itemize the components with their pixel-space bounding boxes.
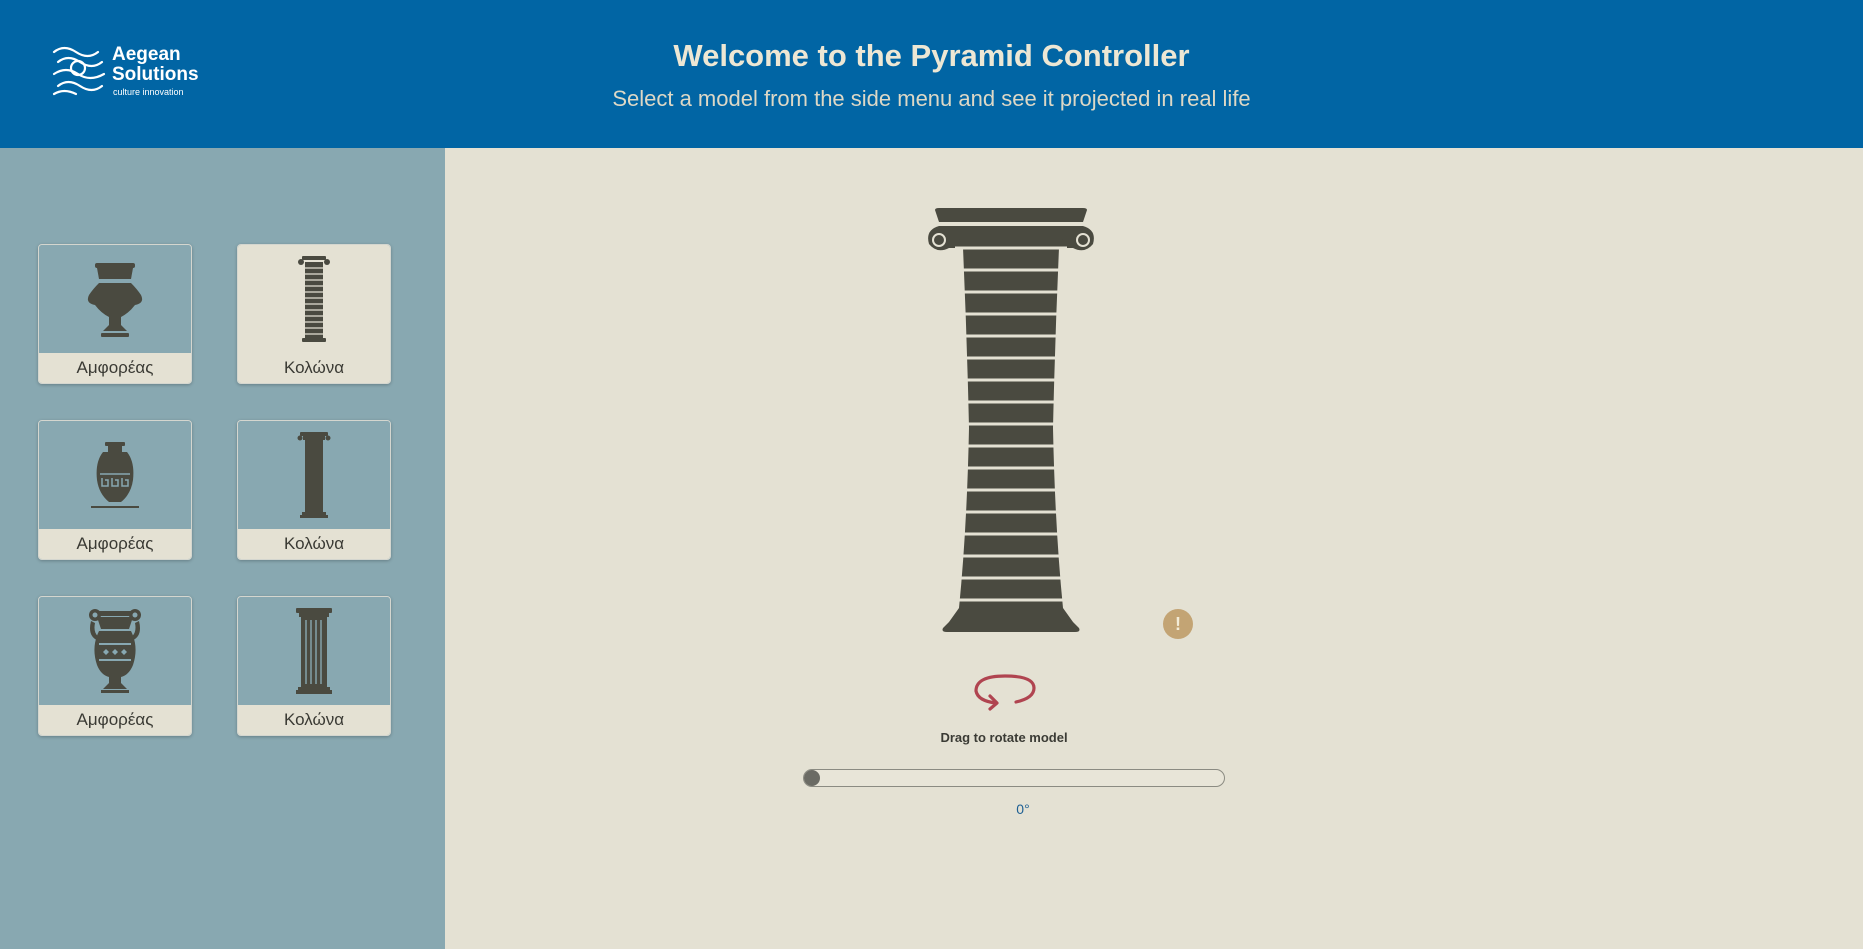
model-card-column-1[interactable]: Κολώνα bbox=[237, 244, 391, 384]
rotation-value: 0° bbox=[1016, 801, 1030, 817]
krater-icon bbox=[87, 263, 143, 337]
volute-krater-icon bbox=[89, 609, 141, 693]
model-thumbnail bbox=[39, 597, 191, 705]
model-thumbnail bbox=[39, 421, 191, 529]
model-label: Αμφορέας bbox=[39, 353, 191, 383]
model-card-column-2[interactable]: Κολώνα bbox=[237, 420, 391, 560]
model-viewer: ! Drag to rotate model 0° bbox=[445, 148, 1863, 949]
model-card-amphora-1[interactable]: Αμφορέας bbox=[38, 244, 192, 384]
page-title: Welcome to the Pyramid Controller bbox=[673, 38, 1190, 73]
ionic-column-icon bbox=[298, 256, 330, 342]
model-label: Κολώνα bbox=[238, 705, 390, 735]
column-model[interactable] bbox=[925, 208, 1097, 643]
app-header: Aegean Solutions culture innovation Welc… bbox=[0, 0, 1863, 148]
model-label: Αμφορέας bbox=[39, 705, 191, 735]
model-thumbnail bbox=[238, 245, 390, 353]
model-thumbnail bbox=[39, 245, 191, 353]
rotation-slider[interactable] bbox=[803, 769, 1225, 787]
model-label: Κολώνα bbox=[238, 529, 390, 559]
rotation-slider-thumb[interactable] bbox=[804, 770, 820, 786]
rotate-icon bbox=[972, 668, 1038, 717]
info-icon[interactable]: ! bbox=[1163, 609, 1193, 639]
rotate-hint: Drag to rotate model bbox=[940, 730, 1068, 745]
model-card-amphora-2[interactable]: Αμφορέας bbox=[38, 420, 192, 560]
model-card-amphora-3[interactable]: Αμφορέας bbox=[38, 596, 192, 736]
model-thumbnail bbox=[238, 597, 390, 705]
info-icon-glyph: ! bbox=[1175, 613, 1181, 634]
model-card-column-3[interactable]: Κολώνα bbox=[237, 596, 391, 736]
ionic-column-model-icon bbox=[928, 208, 1094, 632]
model-label: Αμφορέας bbox=[39, 529, 191, 559]
page-subtitle: Select a model from the side menu and se… bbox=[612, 86, 1251, 111]
doric-column-icon bbox=[297, 432, 331, 518]
model-thumbnail bbox=[238, 421, 390, 529]
model-sidebar: Αμφορέας Κολώνα Αμφορέας Κολώνα Αμφορέας… bbox=[0, 148, 445, 949]
fluted-column-icon bbox=[296, 608, 332, 694]
model-label: Κολώνα bbox=[238, 353, 390, 383]
amphora-icon bbox=[91, 442, 139, 508]
